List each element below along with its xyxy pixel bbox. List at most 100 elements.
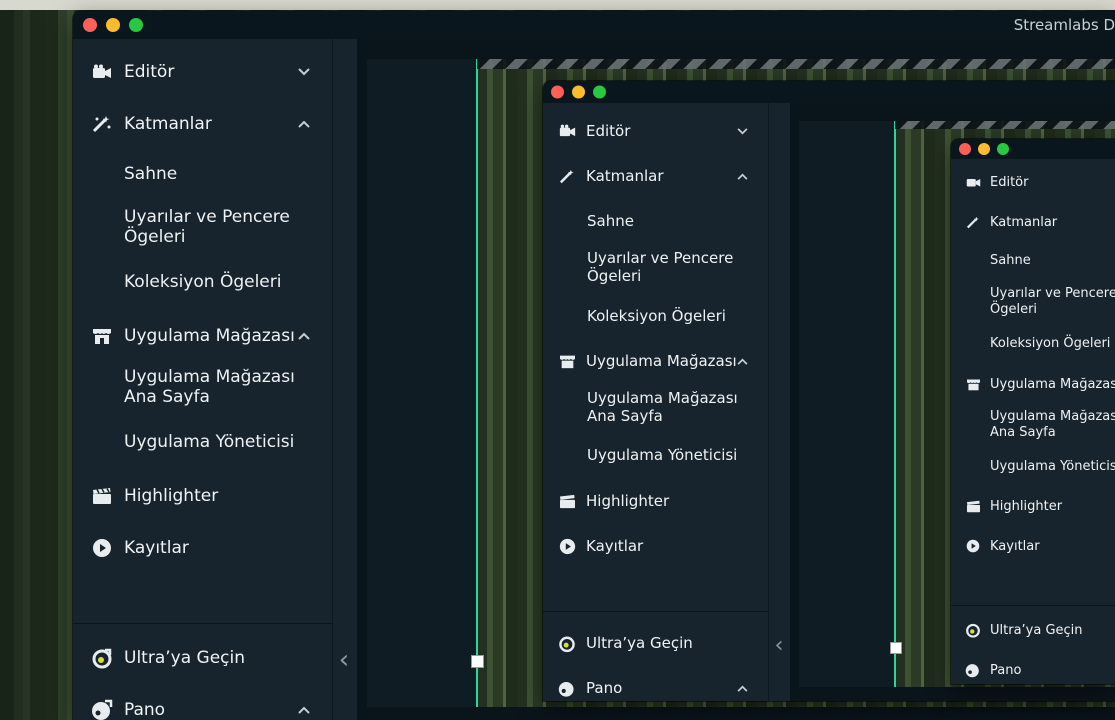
nav-editor[interactable]: Editör [951,172,1115,192]
nav-app-store[interactable]: Uygulama Mağazası [951,374,1115,394]
selection-guide-line [476,59,478,707]
nav-dashboard-label: Pano [990,662,1022,678]
sub-item-koleksiyon[interactable]: Koleksiyon Ögeleri [587,307,726,325]
chevron-up-icon [737,358,748,365]
title-bar: Streamlabs D [73,11,1115,39]
traffic-lights [959,143,1009,155]
magic-wand-icon [965,216,981,229]
store-icon [558,354,576,369]
chevron-up-icon [298,706,310,714]
nav-ultra-label: Ultra’ya Geçin [586,634,693,652]
nav-katmanlar-label: Katmanlar [124,114,212,134]
nav-ultra[interactable]: Ultra’ya Geçin [543,631,768,655]
sub-item-sahne[interactable]: Sahne [990,253,1031,269]
magic-wand-icon [558,169,576,184]
nav-katmanlar-label: Katmanlar [586,167,664,185]
nav-katmanlar[interactable]: Katmanlar [73,109,332,139]
store-icon [965,378,981,391]
nav-editor-label: Editör [586,122,631,140]
sub-item-app-manager[interactable]: Uygulama Yöneticisi [124,432,294,452]
nav-dashboard[interactable]: Pano [73,695,332,720]
sub-item-sahne[interactable]: Sahne [124,164,177,184]
traffic-lights [551,85,606,99]
nav-editor[interactable]: Editör [73,57,332,87]
nav-dashboard[interactable]: Pano [951,660,1115,680]
nav-dashboard-label: Pano [124,700,166,720]
video-camera-icon [91,64,113,80]
video-camera-icon [558,124,576,138]
magic-wand-icon [91,115,113,133]
nav-highlighter[interactable]: Highlighter [73,481,332,511]
resize-handle[interactable] [890,642,902,654]
nav-highlighter-label: Highlighter [990,498,1063,514]
zoom-button[interactable] [593,85,606,99]
nav-highlighter-label: Highlighter [124,486,219,506]
sub-item-sahne[interactable]: Sahne [587,212,634,230]
nav-highlighter[interactable]: Highlighter [951,496,1115,516]
chevron-up-icon [298,120,310,128]
chevron-down-icon [737,127,748,135]
zoom-button[interactable] [997,143,1009,155]
sidebar-collapse-button[interactable]: ‹ [334,645,354,675]
play-circle-icon [91,538,113,558]
nav-recordings[interactable]: Kayıtlar [543,534,768,558]
nav-app-store-label: Uygulama Mağazası [586,352,737,370]
store-icon [91,327,113,345]
selection-border [477,59,1115,69]
clapperboard-icon [558,494,576,509]
sidebar-divider [73,623,332,624]
nav-katmanlar[interactable]: Katmanlar [543,164,768,188]
nav-ultra[interactable]: Ultra’ya Geçin [73,643,332,673]
minimize-button[interactable] [106,18,120,32]
sub-item-uyarilar[interactable]: Uyarılar ve Pencere Ögeleri [990,286,1115,317]
ultra-icon [558,634,576,653]
sub-item-store-home[interactable]: Uygulama Mağazası Ana Sayfa [587,389,747,425]
dashboard-icon [91,699,113,720]
title-bar [543,81,1115,103]
nav-editor-label: Editör [990,174,1029,190]
dashboard-icon [558,679,576,698]
close-button[interactable] [83,18,97,32]
traffic-lights [83,18,143,32]
zoom-button[interactable] [129,18,143,32]
nav-highlighter[interactable]: Highlighter [543,489,768,513]
nav-recordings-label: Kayıtlar [586,537,644,555]
menu-bar-strip [0,0,1115,10]
video-camera-icon [965,176,981,188]
title-bar [951,139,1115,159]
nav-recordings[interactable]: Kayıtlar [951,536,1115,556]
play-circle-icon [965,539,981,553]
sub-item-uyarilar[interactable]: Uyarılar ve Pencere Ögeleri [587,249,747,285]
selection-border [895,121,1115,129]
sub-item-uyarilar[interactable]: Uyarılar ve Pencere Ögeleri [124,207,304,248]
clapperboard-icon [91,487,113,505]
sidebar-divider [543,611,768,612]
minimize-button[interactable] [572,85,585,99]
preview-dark-region [367,59,477,707]
nav-ultra[interactable]: Ultra’ya Geçin [951,620,1115,640]
sidebar: Editör Katmanlar Sahne Uyarılar ve Pence… [951,159,1115,684]
nav-app-store[interactable]: Uygulama Mağazası [543,349,768,373]
sub-item-store-home[interactable]: Uygulama Mağazası Ana Sayfa [990,409,1115,440]
nav-editor[interactable]: Editör [543,119,768,143]
nav-app-store[interactable]: Uygulama Mağazası [73,321,332,351]
chevron-up-icon [737,685,748,692]
window-title: Streamlabs D [1013,16,1115,34]
close-button[interactable] [551,85,564,99]
sub-item-app-manager[interactable]: Uygulama Yöneticisi [990,459,1115,475]
sub-item-koleksiyon[interactable]: Koleksiyon Ögeleri [124,272,281,292]
ultra-icon [965,622,981,638]
clapperboard-icon [965,500,981,513]
nav-app-store-label: Uygulama Mağazası [124,326,295,346]
sub-item-koleksiyon[interactable]: Koleksiyon Ögeleri [990,336,1110,352]
nav-dashboard[interactable]: Pano [543,676,768,700]
resize-handle[interactable] [471,655,484,668]
sub-item-store-home[interactable]: Uygulama Mağazası Ana Sayfa [124,367,304,408]
sub-item-app-manager[interactable]: Uygulama Yöneticisi [587,446,737,464]
minimize-button[interactable] [978,143,990,155]
close-button[interactable] [959,143,971,155]
nav-app-store-label: Uygulama Mağazası [990,376,1115,392]
nav-recordings[interactable]: Kayıtlar [73,533,332,563]
nav-katmanlar[interactable]: Katmanlar [951,212,1115,232]
sidebar-collapse-button[interactable]: ‹ [770,633,788,658]
